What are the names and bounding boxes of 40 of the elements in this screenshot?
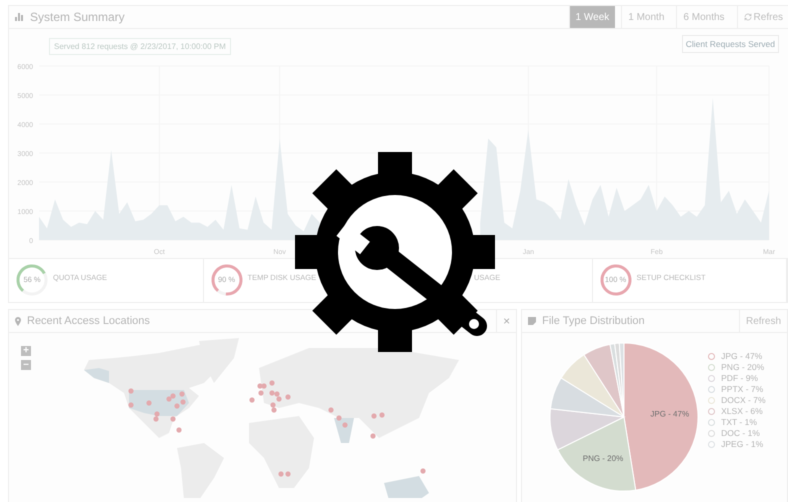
zoom-out-button[interactable]: –: [21, 360, 31, 370]
range-tab[interactable]: 1 Week: [568, 6, 616, 28]
range-tab[interactable]: 6 Months: [676, 6, 731, 28]
legend-dot: [708, 364, 716, 370]
legend-label: JPEG - 1%: [721, 439, 764, 449]
chart-legend: Client Requests Served: [682, 35, 779, 53]
gauge-ring: [210, 263, 244, 297]
legend-label: JPG - 47%: [721, 351, 762, 361]
zoom-in-button[interactable]: +: [21, 346, 31, 356]
close-button[interactable]: ×: [496, 310, 516, 332]
panel-title: System Summary: [30, 10, 126, 24]
slice-label: JPG - 47%: [650, 409, 690, 418]
chart-tooltip: Served 812 requests @ 2/23/2017, 10:00:00 PM: [49, 38, 231, 55]
legend-label: DOCX - 7%: [721, 395, 766, 405]
legend-dot: [708, 352, 716, 360]
legend-label: XLSX - 6%: [721, 406, 763, 416]
legend-label: DOC - 1%: [721, 428, 760, 438]
file-icon: [528, 317, 536, 325]
legend-dot: [708, 386, 716, 392]
legend-label: PPTX - 7%: [721, 384, 764, 394]
refresh-button[interactable]: Refresh: [738, 310, 787, 332]
gauge-ring: [598, 263, 632, 297]
legend-dot: [708, 430, 716, 436]
legend-dot: [708, 374, 716, 382]
legend-dot: [708, 440, 716, 448]
legend-label: TXT - 1%: [721, 417, 757, 427]
legend-label: PDF - 9%: [721, 373, 758, 383]
bar-chart-icon: [15, 13, 24, 21]
legend-label: PNG - 20%: [721, 362, 764, 372]
slice-label: PNG - 20%: [582, 454, 624, 463]
gauge-ring: [15, 263, 49, 297]
legend-dot: [708, 396, 716, 404]
map-pin-icon: [15, 316, 21, 326]
refresh-button[interactable]: Refres: [736, 6, 788, 28]
range-tab[interactable]: 1 Month: [621, 6, 670, 28]
panel-title: Recent Access Locations: [27, 315, 151, 327]
legend-dot: [708, 408, 716, 414]
refresh-icon: [744, 13, 752, 21]
legend-dot: [708, 418, 716, 426]
panel-title: File Type Distribution: [542, 315, 646, 327]
